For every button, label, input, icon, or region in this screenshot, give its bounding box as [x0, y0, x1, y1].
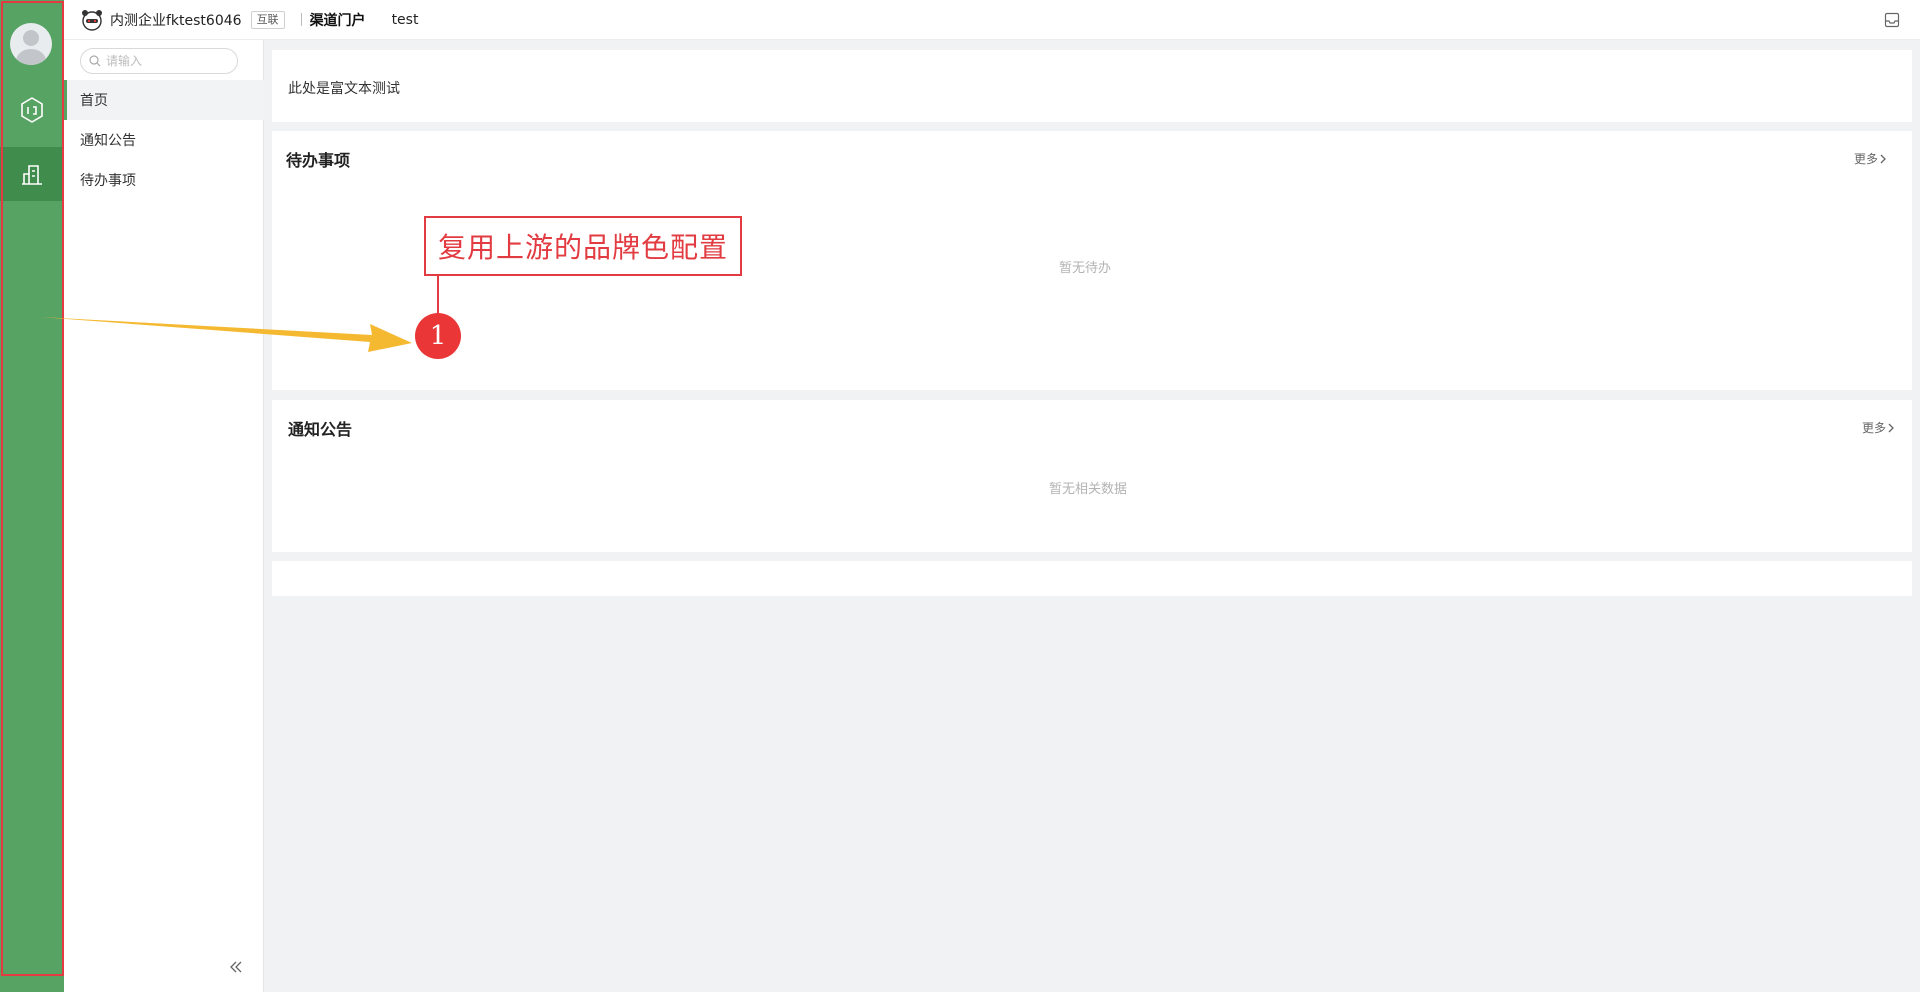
- user-name[interactable]: test: [392, 12, 419, 28]
- rail-org-button[interactable]: [0, 147, 64, 201]
- annotation-callout: 复用上游的品牌色配置: [424, 216, 742, 276]
- company-name: 内测企业fktest6046: [110, 12, 242, 29]
- sidebar-search[interactable]: [80, 48, 238, 74]
- sidebar-item-home[interactable]: 首页: [64, 80, 264, 120]
- todo-more-link[interactable]: 更多: [1854, 150, 1888, 167]
- notice-empty-text: 暂无相关数据: [1049, 482, 1128, 497]
- chevron-right-icon: [1880, 154, 1886, 163]
- collapse-sidebar-icon[interactable]: [229, 961, 243, 973]
- todo-more-label: 更多: [1853, 152, 1878, 166]
- portal-name[interactable]: 渠道门户: [310, 10, 366, 30]
- company-logo-icon: [82, 9, 102, 31]
- sidebar-menu: 首页 通知公告 待办事项: [64, 80, 264, 200]
- sidebar-item-todos[interactable]: 待办事项: [64, 160, 264, 200]
- annotation-arrow: [40, 317, 412, 352]
- sidebar-item-notices[interactable]: 通知公告: [64, 120, 264, 160]
- header-divider: [300, 13, 302, 26]
- notice-more-link[interactable]: 更多: [1862, 419, 1896, 436]
- rich-text-content: 此处是富文本测试: [288, 81, 400, 97]
- apps-hexagon-icon: [21, 97, 43, 123]
- inbox-icon[interactable]: [1884, 12, 1900, 28]
- notice-more-label: 更多: [1861, 421, 1886, 435]
- building-chart-icon: [22, 165, 42, 185]
- search-input[interactable]: [106, 54, 226, 68]
- todo-empty-text: 暂无待办: [1059, 261, 1112, 276]
- rich-text-card: 此处是富文本测试: [272, 50, 1912, 122]
- todo-title: 待办事项: [286, 151, 351, 170]
- search-icon: [89, 55, 101, 67]
- interconnect-tag: 互联: [250, 10, 285, 29]
- avatar[interactable]: [10, 23, 52, 65]
- brand-rail: [0, 0, 64, 992]
- annotation-leader-line: [437, 276, 439, 314]
- notice-title: 通知公告: [288, 420, 353, 439]
- rail-apps-button[interactable]: [0, 83, 64, 137]
- notice-card: 通知公告 更多 暂无相关数据: [272, 400, 1912, 552]
- annotation-badge: 1: [415, 313, 461, 359]
- chevron-right-icon: [1888, 423, 1894, 432]
- top-header: 内测企业fktest6046 互联 渠道门户 test: [64, 0, 1920, 40]
- sidebar: 首页 通知公告 待办事项: [64, 40, 264, 992]
- blank-card: [272, 561, 1912, 596]
